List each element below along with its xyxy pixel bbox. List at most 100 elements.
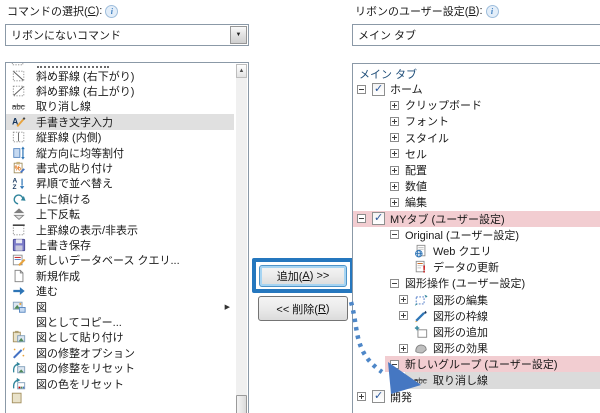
command-label: 図の修整オプション [36,347,135,360]
tree-item[interactable]: Web クエリ [353,243,600,259]
tree-header: メイン タブ [359,68,418,81]
customize-ribbon-label: リボンのユーザー設定(B): i [355,3,499,19]
scrollbar-thumb[interactable] [236,395,247,413]
collapse-icon[interactable] [357,214,366,224]
expand-icon[interactable] [399,311,408,321]
svg-text:Z: Z [12,185,16,191]
paste-format-icon: % [13,161,25,174]
command-item[interactable]: 図の修整をリセット [6,360,234,375]
tree-item-label: 配置 [405,165,427,178]
tree-item[interactable]: Original (ユーザー設定) [353,227,600,243]
command-item[interactable]: 斜め罫線 (右上がり) [6,83,234,98]
clipped-icon [11,392,22,404]
tree-item-label: 図形操作 (ユーザー設定) [405,278,526,291]
add-button[interactable]: 追加(A) >> [259,265,347,287]
tree-item[interactable]: 編集 [353,194,600,210]
dropdown-arrow-icon[interactable]: ▼ [230,26,247,44]
command-item[interactable]: % 書式の貼り付け [6,160,234,175]
commands-list-scrollbar[interactable]: ▲ [236,64,247,413]
scroll-up-icon[interactable]: ▲ [236,64,247,78]
info-icon[interactable]: i [485,4,499,18]
command-label: 上に傾ける [36,193,91,206]
command-label: 斜め罫線 (右下がり) [36,70,135,83]
tree-item[interactable]: 新しいグループ (ユーザー設定) [353,356,600,373]
new-file-icon [14,269,24,282]
command-item[interactable]: 新しいデータベース クエリ... [6,253,234,268]
collapse-icon[interactable] [390,230,399,240]
tree-item[interactable]: 図形の枠線 [353,308,600,324]
customize-ribbon-dropdown[interactable]: メイン タブ [352,24,600,46]
expand-icon[interactable] [390,181,399,191]
expand-icon[interactable] [390,133,399,143]
command-item[interactable]: 上罫線の表示/非表示 [6,222,234,237]
collapse-icon[interactable] [390,278,399,288]
expand-icon[interactable] [399,343,408,353]
command-item[interactable]: 図の色をリセット [6,376,234,391]
expand-icon[interactable] [390,116,399,126]
tree-item[interactable]: 配置 [353,162,600,178]
tree-item[interactable]: 図形操作 (ユーザー設定) [353,275,600,291]
command-item[interactable]: A Z 昇順で並べ替え [6,176,234,191]
command-item[interactable]: 上下反転 [6,207,234,222]
info-icon[interactable]: i [105,4,119,18]
checkbox-checked-icon[interactable] [372,389,385,404]
command-item[interactable]: 図の修整オプション [6,345,234,360]
edit-shape-icon [414,294,428,306]
ribbon-tree[interactable]: メイン タブ ホームクリップボードフォントスタイルセル配置数値編集 MYタブ (ユ… [352,63,600,413]
command-label: 上書き保存 [36,240,91,252]
command-item[interactable]: 図 ▶ [6,299,234,314]
command-label: 図の修整をリセット [36,363,135,376]
tree-item[interactable]: スタイル [353,130,600,146]
choose-commands-label: コマンドの選択(C): i [7,3,119,19]
tree-item-label: 図形の枠線 [433,310,488,323]
command-label: 手書き文字入力 [36,116,113,129]
choose-commands-dropdown[interactable]: リボンにないコマンド ▼ [5,24,249,46]
command-item[interactable]: 新規作成 [6,268,234,283]
command-item[interactable]: A 手書き文字入力 [6,114,234,130]
command-item[interactable]: 斜め罫線 (右下がり) [6,68,234,83]
command-item[interactable]: 縦罫線 (内側) [6,130,234,145]
collapse-icon[interactable] [390,359,399,369]
expand-icon[interactable] [390,100,399,110]
tree-item-label: 編集 [405,197,427,210]
command-item[interactable]: 進む [6,283,234,298]
add-shape-icon [414,325,428,338]
command-item[interactable]: 図として貼り付け [6,330,234,345]
tree-item[interactable]: ! データの更新 [353,259,600,275]
db-query-icon [12,255,26,267]
tree-item[interactable]: abc 取り消し線 [353,372,600,389]
forward-icon [13,287,25,296]
tree-item[interactable]: 図形の効果 [353,340,600,356]
svg-text:!: ! [422,263,426,274]
expand-icon[interactable] [390,165,399,175]
tree-item[interactable]: 数値 [353,178,600,194]
expand-icon[interactable] [399,295,408,305]
tree-item[interactable]: セル [353,146,600,162]
strikethrough-icon: abc [12,103,26,112]
command-item[interactable]: 図としてコピー... [6,314,234,329]
checkbox-checked-icon[interactable] [372,211,385,226]
checkbox-checked-icon[interactable] [372,82,385,96]
tree-item[interactable]: MYタブ (ユーザー設定) [353,210,600,227]
border-inside-v-icon [12,132,25,143]
tree-item[interactable]: フォント [353,113,600,129]
command-label: 取り消し線 [36,101,91,114]
remove-button[interactable]: << 削除(R) [258,296,348,321]
tree-item[interactable]: クリップボード [353,97,600,113]
tree-item[interactable]: ホーム [353,81,600,97]
paste-picture-icon [12,331,26,343]
tree-item[interactable]: 開発 [353,389,600,405]
command-item[interactable]: 縦方向に均等割付 [6,145,234,160]
command-item[interactable]: 上書き保存 [6,237,234,252]
collapse-icon[interactable] [357,84,366,94]
command-item[interactable]: abc 取り消し線 [6,99,234,114]
expand-icon[interactable] [390,149,399,159]
tree-item[interactable]: 図形の編集 [353,291,600,307]
command-label: 新規作成 [36,270,80,283]
tree-item[interactable]: 図形の追加 [353,324,600,340]
command-item[interactable]: 上に傾ける [6,191,234,206]
commands-listbox[interactable]: 斜め罫線 (右下がり) 斜め罫線 (右上がり) abc 取り消し線 A 手書き文字入力縦罫… [5,62,249,413]
command-label: 縦罫線 (内側) [36,132,102,145]
expand-icon[interactable] [357,392,366,402]
expand-icon[interactable] [390,197,399,207]
